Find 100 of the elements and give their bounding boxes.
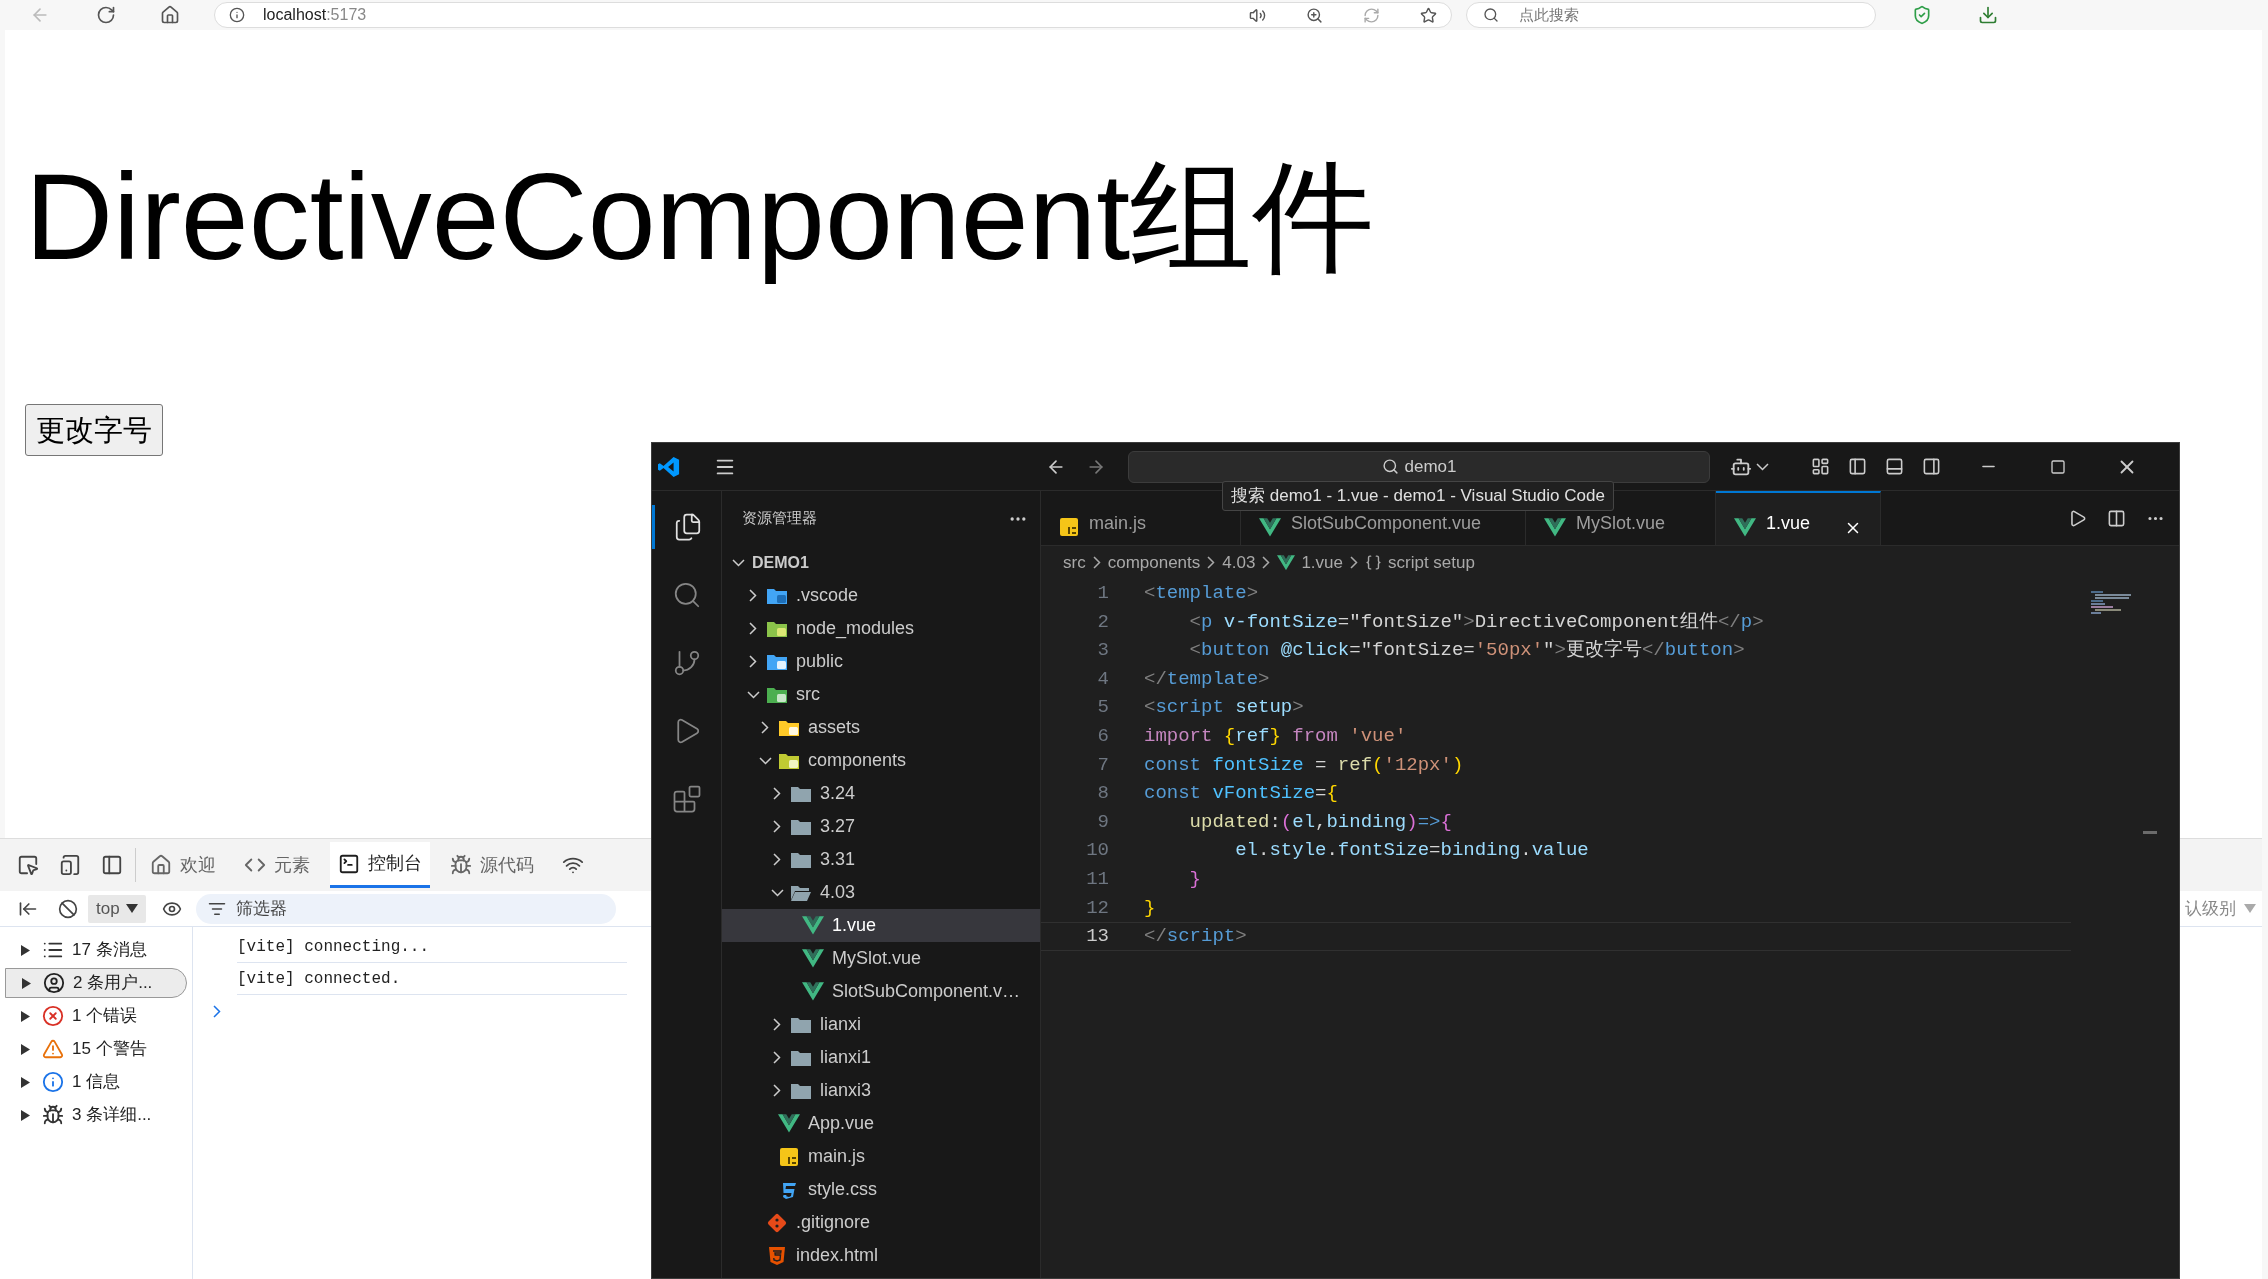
chevron-down-icon	[731, 558, 745, 567]
message-filter-item[interactable]: 1 信息	[5, 1067, 187, 1097]
search-icon	[1483, 7, 1499, 23]
line-number: 10	[1085, 838, 1109, 864]
message-filter-item[interactable]: 3 条详细...	[5, 1100, 187, 1130]
message-filter-item[interactable]: 17 条消息	[5, 935, 187, 965]
tree-item[interactable]: .vscode	[722, 579, 1040, 612]
line-number: 13	[1085, 924, 1109, 950]
vue-icon	[802, 916, 824, 935]
tree-item[interactable]: 3.31	[722, 843, 1040, 876]
tree-item[interactable]: style.css	[722, 1173, 1040, 1206]
home-icon[interactable]	[160, 5, 180, 25]
tree-item[interactable]: assets	[722, 711, 1040, 744]
user-icon	[43, 972, 65, 994]
tree-item[interactable]: main.js	[722, 1140, 1040, 1173]
site-info-icon[interactable]	[229, 7, 245, 23]
search-field[interactable]: 点此搜索	[1466, 2, 1876, 28]
tree-item[interactable]: 1.vue	[722, 909, 1040, 942]
devtools-tab[interactable]: 控制台	[330, 842, 430, 888]
editor-tab[interactable]: 1.vue	[1716, 491, 1881, 545]
tooltip: 搜索 demo1 - 1.vue - demo1 - Visual Studio Code	[1222, 481, 1614, 511]
split-editor-icon[interactable]	[2107, 508, 2126, 528]
code-line: updated:(el,binding)=>{	[1188, 809, 1452, 835]
breadcrumb-separator-icon	[1350, 556, 1358, 569]
dropdown-caret-icon	[2244, 904, 2256, 913]
workspace-header[interactable]: DEMO1	[722, 546, 809, 579]
info-icon	[42, 1071, 64, 1093]
expand-triangle-icon	[21, 1010, 30, 1022]
level-select[interactable]: 认级别	[2185, 895, 2256, 922]
tree-item[interactable]: 4.03	[722, 876, 1040, 909]
code-line: <script setup>	[1144, 695, 1304, 721]
secondary-sidebar-icon[interactable]	[1922, 457, 1941, 476]
inspect-icon[interactable]	[17, 854, 39, 876]
breadcrumb-item[interactable]: src	[1063, 549, 1086, 576]
tree-item[interactable]: App.vue	[722, 1107, 1040, 1140]
tree-item[interactable]: .gitignore	[722, 1206, 1040, 1239]
tree-item[interactable]: components	[722, 744, 1040, 777]
vue-icon	[778, 1114, 800, 1133]
console-message: [vite] connected.	[237, 963, 627, 995]
tree-item[interactable]: index.html	[722, 1239, 1040, 1272]
layout-icon[interactable]	[1811, 457, 1830, 476]
panel-toggle-icon[interactable]	[1885, 457, 1904, 476]
address-bar[interactable]: localhost:5173	[214, 2, 1452, 28]
tree-item[interactable]: lianxi	[722, 1008, 1040, 1041]
clear-console-icon[interactable]	[58, 898, 78, 919]
command-center[interactable]: demo1	[1128, 450, 1710, 483]
download-icon[interactable]	[1978, 5, 1998, 25]
js-file-icon	[1059, 517, 1079, 537]
run-icon[interactable]	[2068, 508, 2087, 528]
breadcrumb-item[interactable]: 4.03	[1222, 549, 1256, 576]
read-aloud-icon[interactable]	[1249, 6, 1266, 24]
expand-triangle-icon	[21, 1043, 30, 1055]
devtools-tab[interactable]: 欢迎	[142, 842, 224, 888]
tree-item[interactable]: lianxi3	[722, 1074, 1040, 1107]
sidebar-toggle-icon[interactable]	[1848, 457, 1867, 476]
minimap	[2091, 591, 2131, 615]
code-line: el.style.fontSize=binding.value	[1234, 838, 1589, 864]
chevron-down-icon[interactable]	[1756, 462, 1769, 471]
tree-item[interactable]: lianxi1	[722, 1041, 1040, 1074]
code-line: const vFontSize={	[1144, 781, 1338, 807]
favorite-icon[interactable]	[1420, 6, 1437, 24]
expand-triangle-icon	[21, 1076, 30, 1088]
folder-icon	[766, 652, 788, 671]
line-number: 11	[1085, 867, 1109, 892]
folder-icon	[790, 1048, 812, 1067]
devtools-tab[interactable]: 源代码	[442, 842, 542, 888]
message-filter-item[interactable]: 2 条用户...	[5, 968, 187, 998]
tree-item[interactable]: src	[722, 678, 1040, 711]
shield-icon[interactable]	[1912, 5, 1932, 25]
tree-item[interactable]: 3.27	[722, 810, 1040, 843]
breadcrumb-separator-icon	[1207, 556, 1216, 569]
change-font-size-button[interactable]: 更改字号	[25, 404, 163, 457]
line-number: 2	[1096, 609, 1109, 635]
tree-item[interactable]: SlotSubComponent.v…	[722, 975, 1040, 1008]
dock-icon[interactable]	[101, 854, 123, 876]
devtools-tab[interactable]: 元素	[236, 842, 318, 888]
device-icon[interactable]	[59, 854, 81, 876]
breadcrumb-separator-icon	[1092, 556, 1101, 569]
zoom-icon[interactable]	[1306, 6, 1323, 24]
tree-item[interactable]: MySlot.vue	[722, 942, 1040, 975]
message-filter-item[interactable]: 15 个警告	[5, 1034, 187, 1064]
breadcrumb-item[interactable]: 1.vue	[1277, 549, 1343, 576]
tree-item[interactable]: node_modules	[722, 612, 1040, 645]
console-prompt-icon[interactable]	[213, 1005, 221, 1018]
message-filter-item[interactable]: 1 个错误	[5, 1001, 187, 1031]
vue-icon	[1734, 518, 1756, 537]
breadcrumb-item[interactable]: script setup	[1365, 549, 1475, 576]
page-heading: DirectiveComponent组件	[25, 148, 1376, 287]
tree-item[interactable]: public	[722, 645, 1040, 678]
code-line: </script>	[1144, 924, 1247, 950]
maximize-icon[interactable]	[2050, 458, 2066, 475]
folder-icon	[766, 685, 788, 704]
context-select[interactable]: top	[88, 894, 146, 923]
reload-icon[interactable]	[96, 5, 116, 25]
tree-item[interactable]: 3.24	[722, 777, 1040, 810]
line-number: 7	[1096, 752, 1109, 778]
filter-field[interactable]: 筛选器	[195, 893, 616, 924]
breadcrumb-item[interactable]: components	[1107, 549, 1201, 576]
home-icon	[150, 854, 172, 876]
js-file-icon	[779, 1146, 799, 1167]
